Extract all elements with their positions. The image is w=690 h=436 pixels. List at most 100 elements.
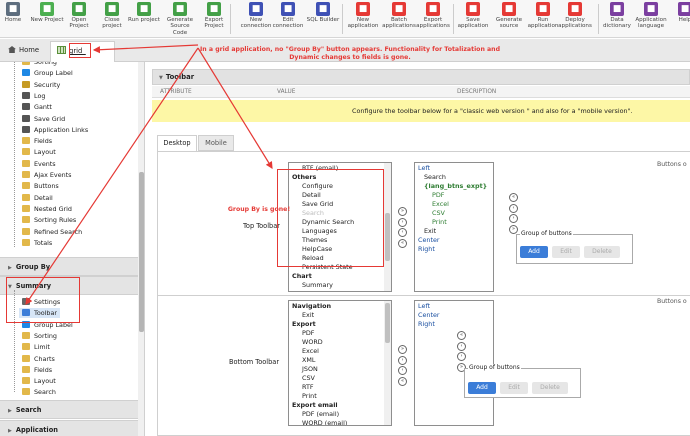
list-item[interactable]: {lang_btns_expt}	[418, 182, 493, 191]
sidebar-item[interactable]: Log	[22, 91, 45, 101]
list-item[interactable]: Exit	[418, 227, 493, 236]
move-up-icon[interactable]: ‹	[457, 341, 466, 351]
sidebar-item[interactable]: Detail	[22, 193, 53, 203]
top-edit-button[interactable]: Edit	[552, 246, 580, 258]
move-down-icon[interactable]: ›	[457, 352, 466, 361]
list-item[interactable]: JSON	[292, 365, 391, 374]
section-application[interactable]: ▶ Application	[0, 420, 138, 436]
list-item[interactable]: WORD (email)	[292, 419, 391, 425]
top-add-button[interactable]: Add	[520, 246, 548, 258]
top-delete-button[interactable]: Delete	[584, 246, 620, 258]
tab-mobile[interactable]: Mobile	[198, 135, 234, 151]
move-left-icon[interactable]: ‹	[398, 366, 407, 375]
toolbar-button-9[interactable]: ■ SQL Builder	[306, 2, 340, 23]
top-list-scrollbar[interactable]	[384, 163, 391, 291]
list-item[interactable]: Excel	[292, 347, 391, 356]
bottom-delete-button[interactable]: Delete	[532, 382, 568, 394]
sidebar-item[interactable]: Security	[22, 80, 60, 90]
top-selected-list[interactable]: Left Search {lang_btns_expt} PDF Excel CSV Pri…	[414, 162, 494, 292]
bottom-selected-list[interactable]: Left Center Right	[414, 300, 494, 426]
summary-item[interactable]: Charts	[22, 354, 55, 364]
list-item[interactable]: Left	[418, 164, 493, 173]
toolbar-button-2[interactable]: ■ Open Project	[62, 2, 96, 30]
move-bottom-icon[interactable]: »	[509, 224, 518, 234]
toolbar-button-7[interactable]: ■ New connection	[239, 2, 273, 30]
sidebar-item[interactable]: Totals	[22, 238, 52, 248]
toolbar-button-13[interactable]: ■ Save application	[456, 2, 490, 30]
sidebar-item[interactable]: Sorting Rules	[22, 215, 76, 225]
toolbar-button-11[interactable]: ■ Batch applications	[382, 2, 416, 30]
list-group-header[interactable]: Navigation	[292, 302, 391, 311]
sidebar-item[interactable]: Nested Grid	[22, 204, 72, 214]
list-item[interactable]: Left	[418, 302, 493, 311]
bottom-add-button[interactable]: Add	[468, 382, 496, 394]
list-item[interactable]: Exit	[292, 311, 391, 320]
summary-item[interactable]: Layout	[22, 376, 56, 386]
toolbar-button-15[interactable]: ■ Run application	[526, 2, 560, 30]
move-right-icon[interactable]: ›	[398, 355, 407, 365]
summary-item[interactable]: Fields	[22, 365, 52, 375]
sidebar-scrollbar[interactable]	[138, 62, 144, 436]
section-group-by[interactable]: ▶ Group By	[0, 257, 138, 276]
list-item[interactable]: RTF	[292, 383, 391, 392]
toolbar-button-5[interactable]: ■ Generate Source Code	[163, 2, 197, 36]
bottom-list-scroll-thumb[interactable]	[385, 303, 390, 343]
toolbar-button-18[interactable]: ■ Application language	[634, 2, 668, 30]
move-right-icon[interactable]: ›	[398, 217, 407, 227]
toolbar-button-16[interactable]: ■ Deploy applications	[558, 2, 592, 30]
sidebar-item[interactable]: Refined Search	[22, 227, 82, 237]
toolbar-button-17[interactable]: ■ Data dictionary	[600, 2, 634, 30]
toolbar-button-3[interactable]: ■ Close project	[95, 2, 129, 30]
tab-home[interactable]: Home	[4, 43, 44, 58]
list-item[interactable]: Print	[418, 218, 493, 227]
list-item[interactable]: PDF	[292, 329, 391, 338]
toolbar-button-0[interactable]: ■ Home	[0, 2, 30, 23]
bottom-edit-button[interactable]: Edit	[500, 382, 528, 394]
toolbar-button-12[interactable]: ■ Export applications	[416, 2, 450, 30]
sidebar-item[interactable]: Save Grid	[22, 114, 65, 124]
toolbar-button-1[interactable]: ■ New Project	[30, 2, 64, 23]
toolbar-button-10[interactable]: ■ New application	[346, 2, 380, 30]
list-group-header[interactable]: Chart	[292, 272, 391, 281]
sidebar-item[interactable]: Fields	[22, 136, 52, 146]
list-item[interactable]: Summary	[292, 281, 391, 290]
toolbar-button-8[interactable]: ■ Edit connection	[271, 2, 305, 30]
list-item[interactable]: Excel	[418, 200, 493, 209]
top-list-scroll-thumb[interactable]	[385, 213, 390, 261]
list-item[interactable]: XML	[292, 356, 391, 365]
list-item[interactable]: Center	[418, 236, 493, 245]
list-item[interactable]: Right	[418, 245, 493, 254]
list-item[interactable]: Print	[292, 392, 391, 401]
tab-desktop[interactable]: Desktop	[157, 135, 197, 151]
toolbar-button-6[interactable]: ■ Export Project	[197, 2, 231, 30]
move-left-icon[interactable]: ‹	[398, 228, 407, 237]
list-item[interactable]: Center	[418, 311, 493, 320]
sidebar-item[interactable]: Ajax Events	[22, 170, 72, 180]
sidebar-item[interactable]: Buttons	[22, 181, 59, 191]
summary-item[interactable]: Sorting	[22, 331, 57, 341]
move-top-icon[interactable]: «	[457, 331, 466, 340]
sidebar-item[interactable]: Gantt	[22, 102, 52, 112]
list-item[interactable]: PDF	[418, 191, 493, 200]
sidebar-scroll-thumb[interactable]	[139, 172, 144, 332]
list-group-header[interactable]: Export	[292, 320, 391, 329]
sidebar-item[interactable]: Events	[22, 159, 56, 169]
move-all-left-icon[interactable]: «	[398, 376, 407, 386]
bottom-list-scrollbar[interactable]	[384, 301, 391, 425]
summary-item[interactable]: Limit	[22, 342, 50, 352]
move-top-icon[interactable]: «	[509, 193, 518, 202]
list-item[interactable]: PDF (email)	[292, 410, 391, 419]
list-group-header[interactable]: Export email	[292, 401, 391, 410]
move-all-right-icon[interactable]: »	[398, 345, 407, 354]
sidebar-item[interactable]: Group Label	[22, 68, 73, 78]
list-item[interactable]: CSV	[292, 374, 391, 383]
section-search[interactable]: ▶ Search	[0, 400, 138, 419]
move-down-icon[interactable]: ›	[509, 214, 518, 223]
sidebar-item[interactable]: Layout	[22, 147, 56, 157]
list-item[interactable]: Sorting	[292, 290, 391, 291]
move-all-right-icon[interactable]: »	[398, 207, 407, 216]
list-item[interactable]: WORD	[292, 338, 391, 347]
toolbar-button-14[interactable]: ■ Generate source	[492, 2, 526, 30]
toolbar-button-4[interactable]: ■ Run project	[127, 2, 161, 23]
move-all-left-icon[interactable]: «	[398, 238, 407, 248]
